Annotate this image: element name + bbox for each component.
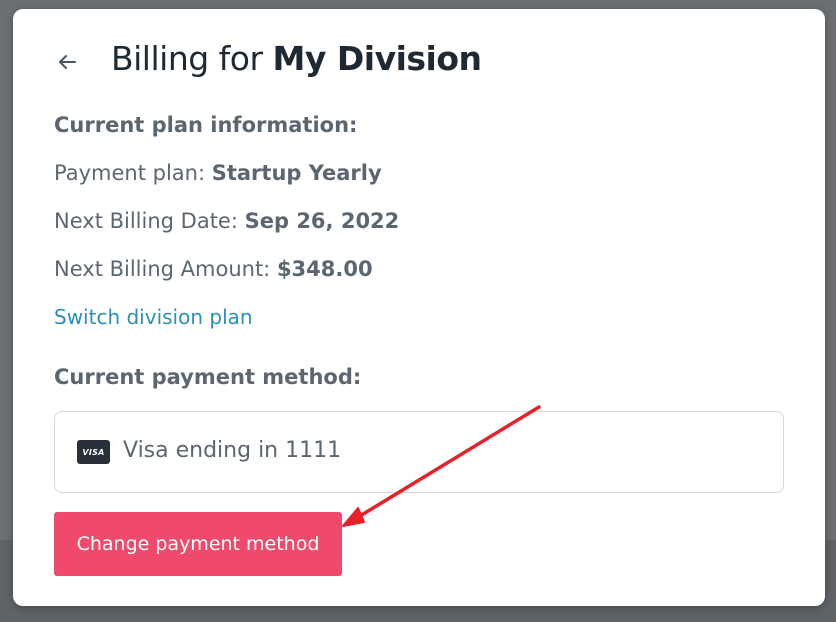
title-prefix: Billing for [111,39,273,78]
payment-plan-value: Startup Yearly [211,161,382,185]
card-description: Visa ending in 1111 [123,438,342,463]
next-billing-date-line: Next Billing Date: Sep 26, 2022 [54,209,399,233]
page-title: Billing for My Division [111,39,482,78]
current-payment-method-heading: Current payment method: [54,365,362,389]
current-plan-heading: Current plan information: [54,113,358,137]
next-billing-amount-label: Next Billing Amount: [54,257,277,281]
payment-method-card: VISA Visa ending in 1111 [54,411,784,493]
payment-plan-line: Payment plan: Startup Yearly [54,161,382,185]
next-billing-date-value: Sep 26, 2022 [244,209,400,233]
arrow-left-icon[interactable] [55,50,79,74]
next-billing-amount-value: $348.00 [276,257,373,281]
switch-division-plan-link[interactable]: Switch division plan [54,305,253,329]
billing-modal: Billing for My Division Current plan inf… [13,9,825,606]
payment-plan-label: Payment plan: [54,161,212,185]
next-billing-date-label: Next Billing Date: [54,209,245,233]
division-name: My Division [272,39,482,78]
visa-card-icon: VISA [77,440,110,464]
change-payment-method-button[interactable]: Change payment method [54,512,342,576]
next-billing-amount-line: Next Billing Amount: $348.00 [54,257,373,281]
